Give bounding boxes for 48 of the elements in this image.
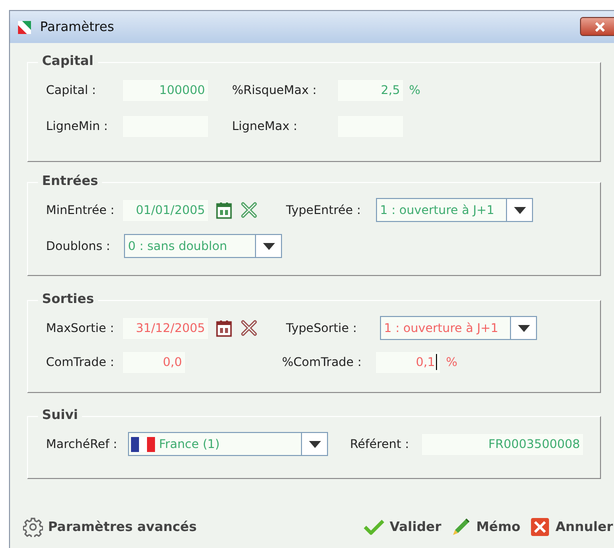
close-button[interactable] — [580, 17, 614, 36]
advanced-settings-button[interactable]: Paramètres avancés — [23, 517, 197, 537]
input-field[interactable]: 01/01/2005 — [123, 200, 208, 220]
window-title: Paramètres — [40, 20, 114, 34]
dropdown[interactable]: 1 : ouverture à J+1 — [376, 198, 533, 222]
clear-icon[interactable] — [240, 319, 258, 337]
dropdown[interactable]: France (1) — [128, 432, 328, 456]
calendar-icon[interactable] — [216, 202, 232, 218]
input-field[interactable]: 31/12/2005 — [123, 318, 208, 338]
footer-button[interactable]: Annuler — [530, 517, 613, 537]
dropdown[interactable]: 0 : sans doublon — [124, 234, 282, 258]
caret-icon — [262, 242, 274, 250]
field-label: MarchéRef : — [46, 437, 118, 451]
caret-icon — [514, 206, 526, 214]
field-label: ComTrade : — [46, 355, 116, 369]
footer-button[interactable]: Valider — [362, 517, 442, 537]
field-label: LigneMax : — [232, 119, 298, 133]
field-label: Capital : — [46, 83, 97, 97]
dropdown[interactable]: 1 : ouverture à J+1 — [380, 316, 537, 340]
field-label: MaxSortie : — [46, 321, 115, 335]
input-field[interactable]: 0,0 — [123, 352, 185, 372]
field-label: Référent : — [350, 437, 410, 451]
field-label: TypeSortie : — [286, 321, 358, 335]
field-label: LigneMin : — [46, 119, 109, 133]
field-label: TypeEntrée : — [286, 203, 362, 217]
field-label: MinEntrée : — [46, 203, 116, 217]
clear-icon[interactable] — [240, 201, 258, 219]
flag-icon — [131, 436, 155, 452]
close-icon — [594, 22, 606, 32]
input-field[interactable]: 100000 — [123, 80, 208, 100]
field-label: %RisqueMax : — [232, 83, 318, 97]
input-field[interactable]: FR0003500008 — [422, 434, 583, 454]
checkmark-icon — [362, 519, 385, 535]
cancel-icon — [530, 517, 550, 537]
unit-label: % — [446, 355, 458, 369]
calendar-icon[interactable] — [216, 320, 232, 336]
input-field[interactable]: 2,5 — [338, 80, 403, 100]
settings-icon — [23, 517, 43, 537]
unit-label: % — [409, 83, 420, 97]
caret-icon — [518, 324, 530, 332]
field-label: Doublons : — [46, 239, 112, 253]
group-title: Capital — [38, 54, 98, 69]
pen-icon — [451, 517, 472, 537]
app-icon — [18, 20, 31, 34]
footer-button[interactable]: Mémo — [451, 517, 520, 537]
input-field[interactable]: 0,1 — [376, 352, 440, 372]
field-label: %ComTrade : — [282, 355, 363, 369]
caret-icon — [308, 440, 320, 448]
